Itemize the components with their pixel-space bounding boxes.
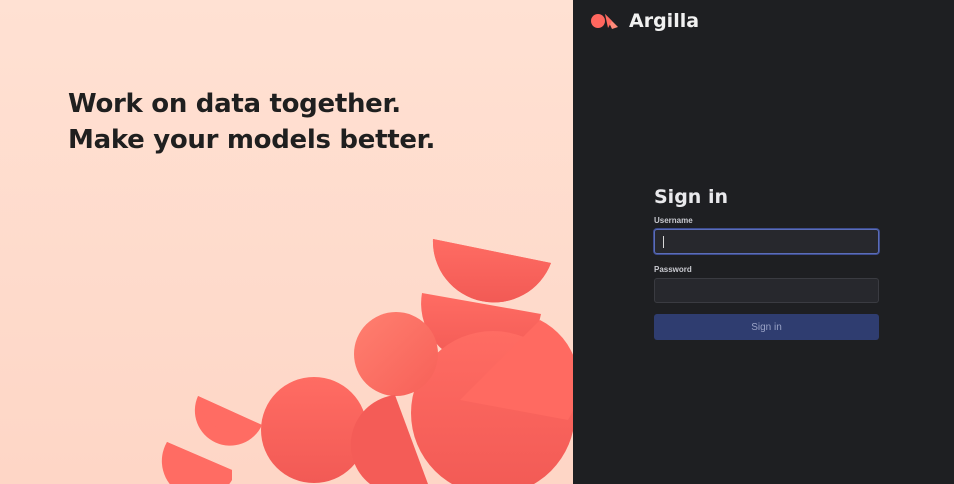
argilla-logo-icon xyxy=(591,14,618,29)
brand-name: Argilla xyxy=(629,10,700,32)
brand[interactable]: Argilla xyxy=(590,10,699,32)
password-input[interactable] xyxy=(654,278,879,303)
shape-petal-left-4 xyxy=(161,442,232,484)
decorative-shapes xyxy=(161,239,573,484)
shape-circle-large xyxy=(261,377,367,483)
login-page: Work on data together. Make your models … xyxy=(0,0,954,484)
signin-button[interactable]: Sign in xyxy=(654,314,879,340)
signin-title: Sign in xyxy=(654,186,728,208)
shape-semicircle-top-fill xyxy=(432,239,551,303)
text-caret xyxy=(663,236,664,248)
password-label: Password xyxy=(654,265,692,274)
username-input[interactable] xyxy=(654,229,879,254)
hero-panel: Work on data together. Make your models … xyxy=(0,0,573,484)
username-label: Username xyxy=(654,216,693,225)
signin-form: Sign in Username Password Sign in xyxy=(654,186,880,340)
shape-circle-medium xyxy=(354,312,438,396)
